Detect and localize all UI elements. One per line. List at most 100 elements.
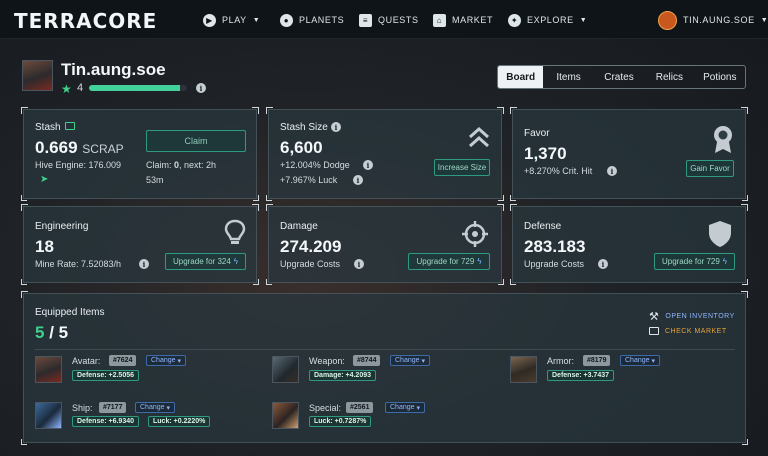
info-icon[interactable]: i [354, 259, 364, 269]
weapon-stat-chip: Damage: +4.2093 [309, 370, 377, 381]
engineering-card: Engineering 18 Mine Rate: 7.52083/h i Up… [21, 204, 259, 285]
info-icon[interactable]: i [598, 259, 608, 269]
open-inventory-link[interactable]: ⚒ OPEN INVENTORY [649, 310, 735, 323]
special-item-thumbnail[interactable] [272, 402, 299, 429]
info-icon[interactable]: i [353, 175, 363, 185]
chevron-down-icon: ▼ [760, 16, 768, 24]
defense-upgrade-costs: Upgrade Costs [524, 259, 585, 269]
armor-change-button[interactable]: Change ▾ [620, 355, 661, 366]
change-label: Change [390, 404, 415, 411]
bolt-icon: ϟ [477, 257, 482, 266]
nav-market-label: MARKET [452, 15, 494, 25]
profile-avatar [22, 60, 53, 91]
ship-slot-label: Ship: [72, 403, 93, 413]
info-icon[interactable]: i [196, 83, 206, 93]
tab-crates[interactable]: Crates [594, 66, 644, 88]
damage-upgrade-costs: Upgrade Costs [280, 259, 341, 269]
upgrade-defense-button[interactable]: Upgrade for 729 ϟ [654, 253, 735, 270]
change-label: Change [151, 357, 176, 364]
terracore-logo[interactable]: TERRACORE [14, 9, 157, 33]
check-market-label: CHECK MARKET [665, 327, 727, 335]
armor-slot-label: Armor: [547, 356, 574, 366]
weapon-id-chip: #8744 [353, 355, 381, 366]
equipped-count: 5 / 5 [35, 323, 68, 343]
nav-explore-label: EXPLORE [527, 15, 574, 25]
profile-level: 4 [77, 82, 84, 94]
dodge-stat: +12.004% Dodge [280, 160, 350, 170]
favor-value: 1,370 [524, 144, 567, 163]
upgrade-engineering-button[interactable]: Upgrade for 324 ϟ [165, 253, 246, 270]
armor-item-thumbnail[interactable] [510, 356, 537, 383]
equipped-total: 5 [58, 323, 69, 342]
divider [35, 349, 735, 350]
upgrade-engineering-label: Upgrade for 324 [172, 257, 231, 266]
stash-size-title: Stash Size [280, 122, 328, 133]
nav-market[interactable]: ⌂ MARKET [433, 12, 493, 28]
info-icon[interactable]: i [139, 259, 149, 269]
chevron-up-double-icon [469, 126, 489, 148]
damage-title: Damage [280, 221, 318, 232]
wrench-icon: ⚒ [649, 311, 660, 323]
gain-favor-button[interactable]: Gain Favor [686, 160, 734, 177]
tab-items[interactable]: Items [543, 66, 593, 88]
tab-board[interactable]: Board [498, 66, 544, 88]
info-icon[interactable]: i [331, 122, 341, 132]
chevron-down-icon: ▾ [166, 404, 171, 412]
mine-rate: Mine Rate: 7.52083/h [35, 259, 122, 269]
change-label: Change [140, 404, 165, 411]
terminal-icon [649, 327, 659, 335]
upgrade-defense-label: Upgrade for 729 [661, 257, 720, 266]
avatar-item-thumbnail[interactable] [35, 356, 62, 383]
xp-progress-fill [89, 85, 181, 91]
chevron-down-icon: ▾ [416, 404, 421, 412]
profile-tabs: Board Items Crates Relics Potions [497, 65, 746, 89]
user-menu[interactable]: TIN.AUNG.SOE ▼ [658, 10, 768, 30]
check-market-link[interactable]: CHECK MARKET [649, 327, 727, 335]
special-stat-chip: Luck: +0.7287% [309, 416, 372, 427]
engineering-title: Engineering [35, 221, 89, 232]
upgrade-damage-button[interactable]: Upgrade for 729 ϟ [408, 253, 490, 270]
weapon-item-thumbnail[interactable] [272, 356, 299, 383]
claim-button[interactable]: Claim [146, 130, 246, 152]
ship-change-button[interactable]: Change ▾ [135, 402, 176, 413]
nav-explore[interactable]: ✦ EXPLORE ▼ [508, 12, 587, 28]
stash-hive-engine: Hive Engine: 176.009 [35, 160, 122, 170]
nav-quests[interactable]: ≡ QUESTS [359, 12, 419, 28]
avatar-slot-label: Avatar: [72, 356, 101, 366]
claim-next: , next: 2h [179, 160, 217, 170]
equipped-separator: / [49, 323, 54, 342]
luck-stat: +7.967% Luck [280, 175, 338, 185]
send-icon[interactable]: ➤ [40, 174, 48, 185]
nav-play[interactable]: ▶ PLAY ▼ [203, 12, 260, 28]
avatar-id-chip: #7624 [109, 355, 137, 366]
damage-card: Damage 274.209 Upgrade Costs i Upgrade f… [266, 204, 504, 285]
info-icon[interactable]: i [363, 160, 373, 170]
stash-card: Stash 0.669 SCRAP Hive Engine: 176.009 ➤… [21, 107, 259, 201]
tab-potions[interactable]: Potions [695, 66, 745, 88]
stash-unit: SCRAP [82, 142, 124, 156]
info-icon[interactable]: i [607, 166, 617, 176]
defense-title: Defense [524, 221, 562, 232]
favor-title: Favor [524, 128, 550, 139]
open-inventory-label: OPEN INVENTORY [665, 313, 735, 320]
weapon-change-button[interactable]: Change ▾ [390, 355, 431, 366]
armor-stat-chip: Defense: +3.7437 [547, 370, 615, 381]
special-change-button[interactable]: Change ▾ [385, 402, 426, 413]
defense-value: 283.183 [524, 237, 586, 256]
avatar-change-button[interactable]: Change ▾ [146, 355, 187, 366]
nav-planets[interactable]: ● PLANETS [280, 12, 344, 28]
change-label: Change [395, 357, 420, 364]
claim-status: Claim: 0, next: 2h [146, 160, 216, 170]
bolt-icon: ϟ [233, 257, 239, 266]
shield-icon [709, 221, 731, 247]
increase-size-button[interactable]: Increase Size [434, 159, 490, 176]
chevron-down-icon: ▾ [421, 357, 426, 365]
upgrade-damage-label: Upgrade for 729 [416, 257, 475, 266]
play-icon: ▶ [203, 13, 216, 27]
ship-item-thumbnail[interactable] [35, 402, 62, 429]
chevron-down-icon: ▼ [252, 16, 261, 24]
tab-relics[interactable]: Relics [644, 66, 694, 88]
nav-play-label: PLAY [222, 15, 247, 25]
award-medal-icon [714, 126, 732, 153]
stash-value: 0.669 SCRAP [35, 138, 124, 158]
